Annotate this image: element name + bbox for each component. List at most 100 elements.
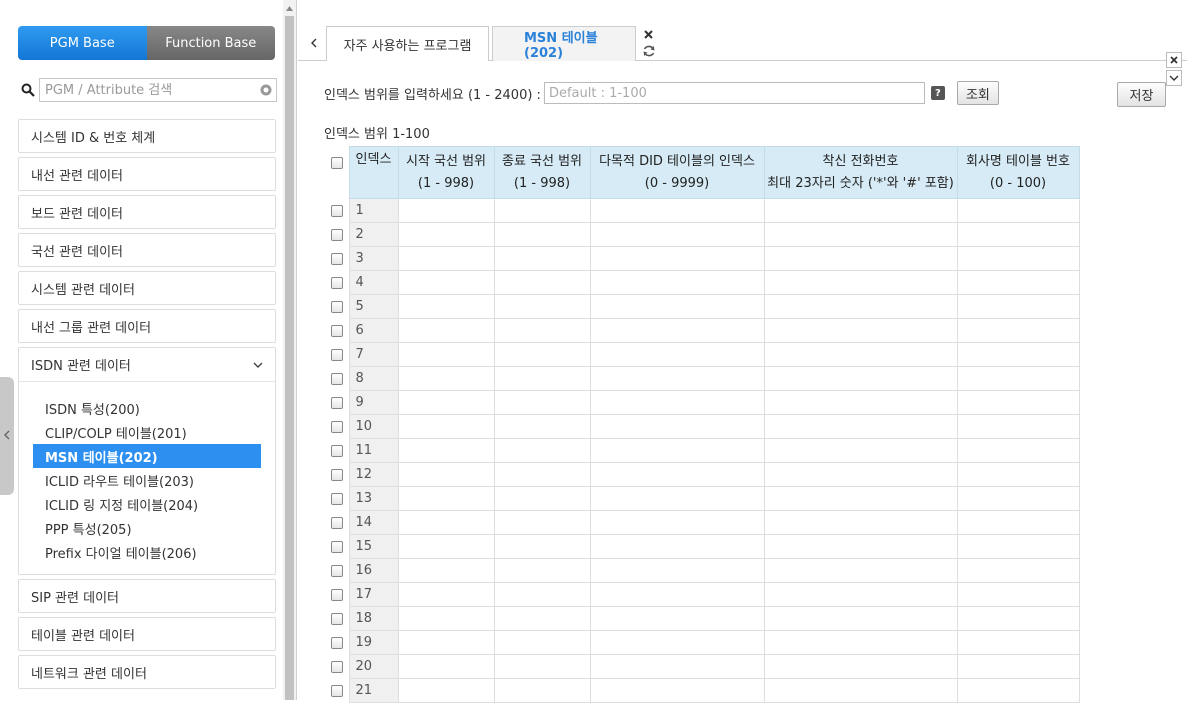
end-trunk-cell[interactable] bbox=[493, 246, 591, 271]
called-number-cell[interactable] bbox=[763, 294, 958, 319]
did-index-cell[interactable] bbox=[589, 222, 765, 247]
row-checkbox[interactable] bbox=[331, 252, 344, 265]
end-trunk-cell[interactable] bbox=[493, 438, 591, 463]
company-table-cell[interactable] bbox=[956, 222, 1080, 247]
submenu-item-ppp[interactable]: PPP 특성(205) bbox=[33, 516, 261, 540]
row-checkbox[interactable] bbox=[331, 420, 344, 433]
start-trunk-cell[interactable] bbox=[397, 558, 495, 583]
row-checkbox[interactable] bbox=[331, 684, 344, 697]
menu-item-board[interactable]: 보드 관련 데이터 bbox=[18, 195, 276, 229]
company-table-cell[interactable] bbox=[956, 558, 1080, 583]
menu-item-extension[interactable]: 내선 관련 데이터 bbox=[18, 157, 276, 191]
start-trunk-cell[interactable] bbox=[397, 606, 495, 631]
did-index-cell[interactable] bbox=[589, 270, 765, 295]
company-table-cell[interactable] bbox=[956, 318, 1080, 343]
submenu-item-prefix-dial[interactable]: Prefix 다이얼 테이블(206) bbox=[33, 540, 261, 564]
called-number-cell[interactable] bbox=[763, 678, 958, 703]
row-checkbox[interactable] bbox=[331, 444, 344, 457]
row-checkbox[interactable] bbox=[331, 660, 344, 673]
called-number-cell[interactable] bbox=[763, 582, 958, 607]
submenu-item-clip-colp[interactable]: CLIP/COLP 테이블(201) bbox=[33, 420, 261, 444]
did-index-cell[interactable] bbox=[589, 462, 765, 487]
called-number-cell[interactable] bbox=[763, 462, 958, 487]
did-index-cell[interactable] bbox=[589, 318, 765, 343]
did-index-cell[interactable] bbox=[589, 630, 765, 655]
called-number-cell[interactable] bbox=[763, 390, 958, 415]
sidebar-scrollbar[interactable] bbox=[283, 0, 296, 700]
called-number-cell[interactable] bbox=[763, 486, 958, 511]
refresh-icon[interactable] bbox=[642, 44, 656, 58]
called-number-cell[interactable] bbox=[763, 270, 958, 295]
end-trunk-cell[interactable] bbox=[493, 486, 591, 511]
start-trunk-cell[interactable] bbox=[397, 534, 495, 559]
start-trunk-cell[interactable] bbox=[397, 246, 495, 271]
menu-group-isdn-header[interactable]: ISDN 관련 데이터 bbox=[19, 348, 275, 382]
called-number-cell[interactable] bbox=[763, 558, 958, 583]
query-button[interactable]: 조회 bbox=[956, 81, 999, 105]
save-button[interactable]: 저장 bbox=[1117, 82, 1166, 107]
row-checkbox[interactable] bbox=[331, 372, 344, 385]
did-index-cell[interactable] bbox=[589, 246, 765, 271]
tab-favorites[interactable]: 자주 사용하는 프로그램 bbox=[326, 26, 489, 61]
end-trunk-cell[interactable] bbox=[493, 198, 591, 223]
end-trunk-cell[interactable] bbox=[493, 606, 591, 631]
did-index-cell[interactable] bbox=[589, 366, 765, 391]
start-trunk-cell[interactable] bbox=[397, 462, 495, 487]
submenu-item-isdn-feature[interactable]: ISDN 특성(200) bbox=[33, 396, 261, 420]
end-trunk-cell[interactable] bbox=[493, 558, 591, 583]
company-table-cell[interactable] bbox=[956, 414, 1080, 439]
row-checkbox[interactable] bbox=[331, 516, 344, 529]
company-table-cell[interactable] bbox=[956, 462, 1080, 487]
menu-item-system-id[interactable]: 시스템 ID & 번호 체계 bbox=[18, 119, 276, 153]
did-index-cell[interactable] bbox=[589, 438, 765, 463]
called-number-cell[interactable] bbox=[763, 606, 958, 631]
did-index-cell[interactable] bbox=[589, 606, 765, 631]
scroll-up-icon[interactable] bbox=[283, 0, 296, 16]
start-trunk-cell[interactable] bbox=[397, 366, 495, 391]
dropdown-icon[interactable] bbox=[1166, 70, 1182, 86]
row-checkbox[interactable] bbox=[331, 492, 344, 505]
start-trunk-cell[interactable] bbox=[397, 438, 495, 463]
row-checkbox[interactable] bbox=[331, 588, 344, 601]
start-trunk-cell[interactable] bbox=[397, 486, 495, 511]
start-trunk-cell[interactable] bbox=[397, 318, 495, 343]
called-number-cell[interactable] bbox=[763, 414, 958, 439]
start-trunk-cell[interactable] bbox=[397, 414, 495, 439]
did-index-cell[interactable] bbox=[589, 414, 765, 439]
called-number-cell[interactable] bbox=[763, 654, 958, 679]
did-index-cell[interactable] bbox=[589, 654, 765, 679]
row-checkbox[interactable] bbox=[331, 636, 344, 649]
row-checkbox[interactable] bbox=[331, 396, 344, 409]
called-number-cell[interactable] bbox=[763, 198, 958, 223]
called-number-cell[interactable] bbox=[763, 534, 958, 559]
start-trunk-cell[interactable] bbox=[397, 390, 495, 415]
start-trunk-cell[interactable] bbox=[397, 342, 495, 367]
menu-item-system[interactable]: 시스템 관련 데이터 bbox=[18, 271, 276, 305]
scrollbar-thumb[interactable] bbox=[285, 16, 294, 700]
company-table-cell[interactable] bbox=[956, 438, 1080, 463]
close-tab-icon[interactable] bbox=[642, 28, 656, 42]
did-index-cell[interactable] bbox=[589, 582, 765, 607]
menu-item-network[interactable]: 네트워크 관련 데이터 bbox=[18, 655, 276, 689]
company-table-cell[interactable] bbox=[956, 198, 1080, 223]
menu-item-sip[interactable]: SIP 관련 데이터 bbox=[18, 579, 276, 613]
company-table-cell[interactable] bbox=[956, 510, 1080, 535]
start-trunk-cell[interactable] bbox=[397, 294, 495, 319]
row-checkbox[interactable] bbox=[331, 612, 344, 625]
end-trunk-cell[interactable] bbox=[493, 414, 591, 439]
called-number-cell[interactable] bbox=[763, 630, 958, 655]
end-trunk-cell[interactable] bbox=[493, 390, 591, 415]
start-trunk-cell[interactable] bbox=[397, 222, 495, 247]
end-trunk-cell[interactable] bbox=[493, 270, 591, 295]
select-all-checkbox[interactable] bbox=[331, 157, 344, 169]
row-checkbox[interactable] bbox=[331, 276, 344, 289]
row-checkbox[interactable] bbox=[331, 564, 344, 577]
row-checkbox[interactable] bbox=[331, 204, 344, 217]
end-trunk-cell[interactable] bbox=[493, 654, 591, 679]
company-table-cell[interactable] bbox=[956, 270, 1080, 295]
start-trunk-cell[interactable] bbox=[397, 654, 495, 679]
called-number-cell[interactable] bbox=[763, 366, 958, 391]
menu-item-table[interactable]: 테이블 관련 데이터 bbox=[18, 617, 276, 651]
company-table-cell[interactable] bbox=[956, 678, 1080, 703]
clear-search-icon[interactable] bbox=[260, 84, 272, 96]
